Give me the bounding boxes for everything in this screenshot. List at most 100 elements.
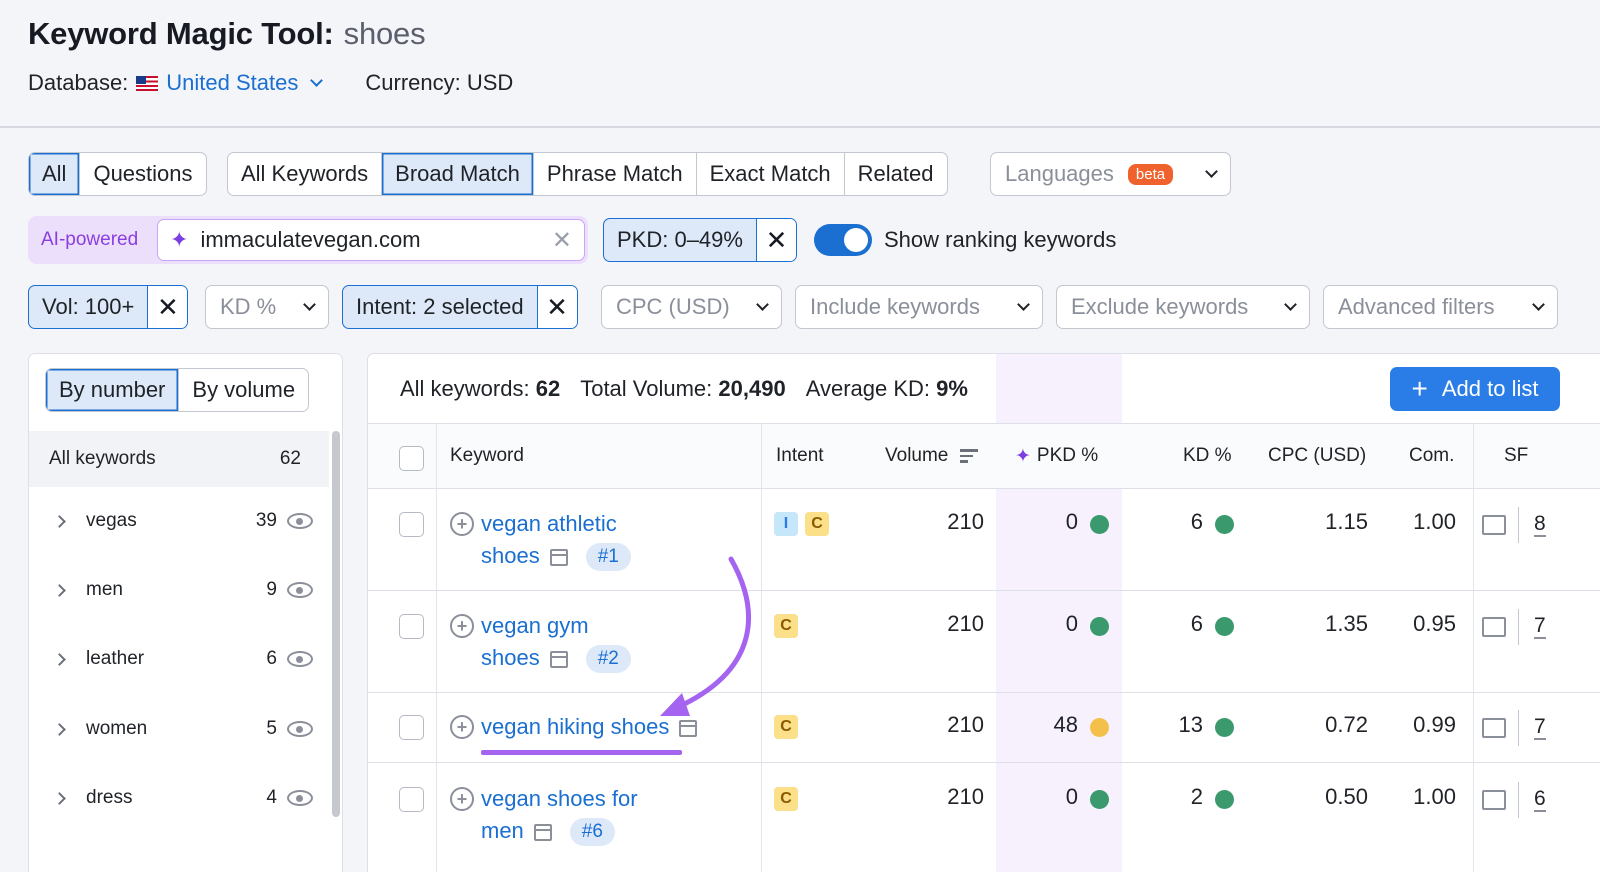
keyword-text: vegan hiking shoes — [481, 714, 670, 739]
keyword-link[interactable]: vegan athletic shoes #1 — [481, 508, 631, 572]
tab-all[interactable]: All — [29, 153, 80, 195]
add-keyword-icon[interactable]: + — [450, 715, 474, 739]
tab-exact-match[interactable]: Exact Match — [695, 153, 844, 195]
column-pkd[interactable]: ✦ PKD % — [1015, 424, 1098, 488]
tab-phrase-match[interactable]: Phrase Match — [532, 153, 696, 195]
pkd-filter-chip[interactable]: PKD: 0–49% ✕ — [603, 218, 797, 262]
serp-icon[interactable] — [679, 719, 698, 737]
column-intent[interactable]: Intent — [776, 424, 824, 488]
exclude-keywords-dropdown[interactable]: Exclude keywords — [1056, 285, 1310, 329]
us-flag-icon — [136, 75, 159, 91]
row-checkbox[interactable] — [399, 787, 424, 812]
column-cpc[interactable]: CPC (USD) — [1268, 424, 1366, 488]
domain-value: immaculatevegan.com — [200, 227, 421, 252]
cpc-dropdown[interactable]: CPC (USD) — [601, 285, 782, 329]
chevron-right-icon[interactable] — [53, 791, 66, 805]
languages-dropdown[interactable]: Languages beta — [990, 152, 1231, 196]
remove-filter-icon[interactable]: ✕ — [536, 286, 577, 328]
tab-questions[interactable]: Questions — [79, 153, 205, 195]
kd-dropdown[interactable]: KD % — [205, 285, 329, 329]
group-item[interactable]: vegas 39 — [29, 501, 329, 541]
column-kd[interactable]: KD % — [1183, 424, 1232, 488]
tab-related[interactable]: Related — [843, 153, 947, 195]
keyword-link[interactable]: vegan hiking shoes — [481, 711, 703, 743]
intent-filter-chip[interactable]: Intent: 2 selected ✕ — [342, 285, 578, 329]
select-all-checkbox[interactable] — [399, 446, 424, 471]
add-to-list-button[interactable]: + Add to list — [1390, 367, 1560, 411]
row-checkbox[interactable] — [399, 512, 424, 537]
sf-divider — [1518, 507, 1519, 543]
include-keywords-dropdown[interactable]: Include keywords — [795, 285, 1043, 329]
eye-icon[interactable] — [287, 582, 313, 598]
serp-features-icon[interactable] — [1482, 515, 1506, 535]
group-name: women — [86, 718, 148, 739]
sparkle-icon: ✦ — [170, 227, 189, 252]
group-item[interactable]: women 5 — [29, 709, 329, 749]
group-name: men — [86, 579, 123, 600]
chevron-right-icon[interactable] — [53, 652, 66, 666]
group-item[interactable]: dress 4 — [29, 778, 329, 818]
chevron-down-icon — [1532, 297, 1545, 311]
sf-count[interactable]: 7 — [1534, 716, 1546, 740]
search-query: shoes — [343, 16, 426, 51]
eye-icon[interactable] — [287, 651, 313, 667]
column-com[interactable]: Com. — [1409, 424, 1454, 488]
group-count: 6 — [266, 648, 277, 669]
pkd-chip-label: PKD: 0–49% — [617, 227, 743, 252]
row-checkbox[interactable] — [399, 614, 424, 639]
chevron-right-icon[interactable] — [53, 722, 66, 736]
com-value: 1.00 — [1413, 509, 1456, 534]
difficulty-dot — [1090, 515, 1109, 534]
add-keyword-icon[interactable]: + — [450, 512, 474, 536]
add-keyword-icon[interactable]: + — [450, 614, 474, 638]
group-item[interactable]: men 9 — [29, 570, 329, 610]
column-volume[interactable]: Volume — [885, 424, 979, 488]
tab-broad-match[interactable]: Broad Match — [381, 153, 533, 195]
sf-count[interactable]: 6 — [1534, 788, 1546, 812]
serp-icon[interactable] — [549, 650, 568, 668]
cpc-value: 1.15 — [1325, 509, 1368, 534]
pkd-value: 0 — [1065, 611, 1078, 636]
average-kd-label: Average KD: — [805, 376, 931, 401]
group-count: 9 — [266, 579, 277, 600]
serp-features-icon[interactable] — [1482, 718, 1506, 738]
group-count: 5 — [266, 718, 277, 739]
serp-features-icon[interactable] — [1482, 790, 1506, 810]
remove-filter-icon[interactable]: ✕ — [147, 286, 188, 328]
database-selector[interactable]: United States — [166, 70, 324, 96]
all-keywords-group[interactable]: All keywords 62 — [29, 431, 329, 487]
eye-icon[interactable] — [287, 721, 313, 737]
sf-count[interactable]: 7 — [1534, 615, 1546, 639]
tab-by-volume[interactable]: By volume — [178, 369, 308, 411]
serp-features-icon[interactable] — [1482, 617, 1506, 637]
advanced-filters-label: Advanced filters — [1338, 294, 1495, 319]
tool-name: Keyword Magic Tool: — [28, 16, 334, 51]
meta-bar: Database: United States Currency: USD — [28, 70, 513, 96]
domain-input[interactable]: ✦ immaculatevegan.com ✕ — [157, 219, 585, 261]
show-ranking-toggle[interactable] — [814, 224, 872, 256]
clear-icon[interactable]: ✕ — [552, 226, 572, 255]
remove-filter-icon[interactable]: ✕ — [755, 219, 796, 261]
tab-by-number[interactable]: By number — [46, 369, 179, 411]
all-keywords-stat-label: All keywords: — [400, 376, 530, 401]
eye-icon[interactable] — [287, 790, 313, 806]
chevron-right-icon[interactable] — [53, 583, 66, 597]
add-keyword-icon[interactable]: + — [450, 787, 474, 811]
keyword-link[interactable]: vegan shoes for men #6 — [481, 783, 638, 847]
serp-icon[interactable] — [533, 823, 552, 841]
keyword-link[interactable]: vegan gym shoes #2 — [481, 610, 631, 674]
intent-chip-label: Intent: 2 selected — [356, 294, 524, 319]
tab-all-keywords[interactable]: All Keywords — [228, 153, 381, 195]
advanced-filters-dropdown[interactable]: Advanced filters — [1323, 285, 1558, 329]
groups-scrollbar[interactable] — [332, 431, 340, 817]
chevron-right-icon[interactable] — [53, 514, 66, 528]
group-name: leather — [86, 648, 145, 669]
column-keyword[interactable]: Keyword — [450, 424, 524, 488]
serp-icon[interactable] — [549, 548, 568, 566]
eye-icon[interactable] — [287, 513, 313, 529]
volume-filter-chip[interactable]: Vol: 100+ ✕ — [28, 285, 189, 329]
row-checkbox[interactable] — [399, 715, 424, 740]
sf-count[interactable]: 8 — [1534, 513, 1546, 537]
column-sf[interactable]: SF — [1504, 424, 1528, 488]
group-item[interactable]: leather 6 — [29, 639, 329, 679]
